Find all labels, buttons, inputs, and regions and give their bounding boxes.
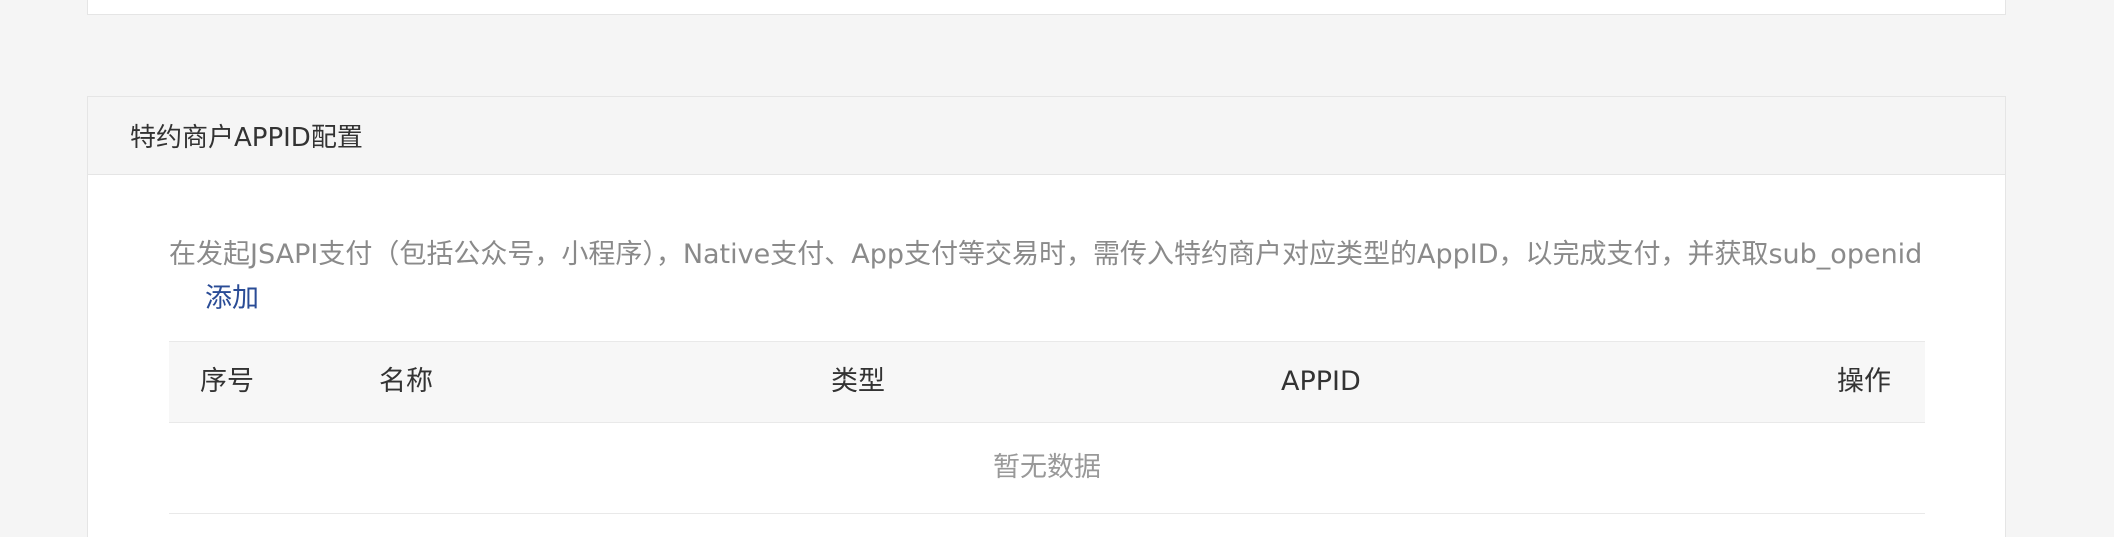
add-link[interactable]: 添加 — [205, 283, 259, 314]
previous-card-bottom — [87, 0, 2006, 15]
column-header-operations: 操作 — [1837, 366, 1891, 397]
column-header-appid: APPID — [1281, 366, 1361, 397]
column-header-index: 序号 — [200, 366, 254, 397]
empty-state: 暂无数据 — [169, 423, 1925, 514]
column-header-type: 类型 — [831, 366, 885, 397]
description-block: 在发起JSAPI支付（包括公众号，小程序），Native支付、App支付等交易时… — [169, 233, 1929, 321]
description-text: 在发起JSAPI支付（包括公众号，小程序），Native支付、App支付等交易时… — [169, 239, 1923, 270]
section-title: 特约商户APPID配置 — [130, 123, 363, 153]
card-header: 特约商户APPID配置 — [88, 97, 2005, 175]
appid-config-card: 特约商户APPID配置 在发起JSAPI支付（包括公众号，小程序），Native… — [87, 96, 2006, 537]
table-header: 序号 名称 类型 APPID 操作 — [169, 341, 1925, 423]
card-body: 在发起JSAPI支付（包括公众号，小程序），Native支付、App支付等交易时… — [88, 175, 2005, 514]
column-header-name: 名称 — [379, 366, 433, 397]
appid-table: 序号 名称 类型 APPID 操作 暂无数据 — [169, 341, 1925, 514]
